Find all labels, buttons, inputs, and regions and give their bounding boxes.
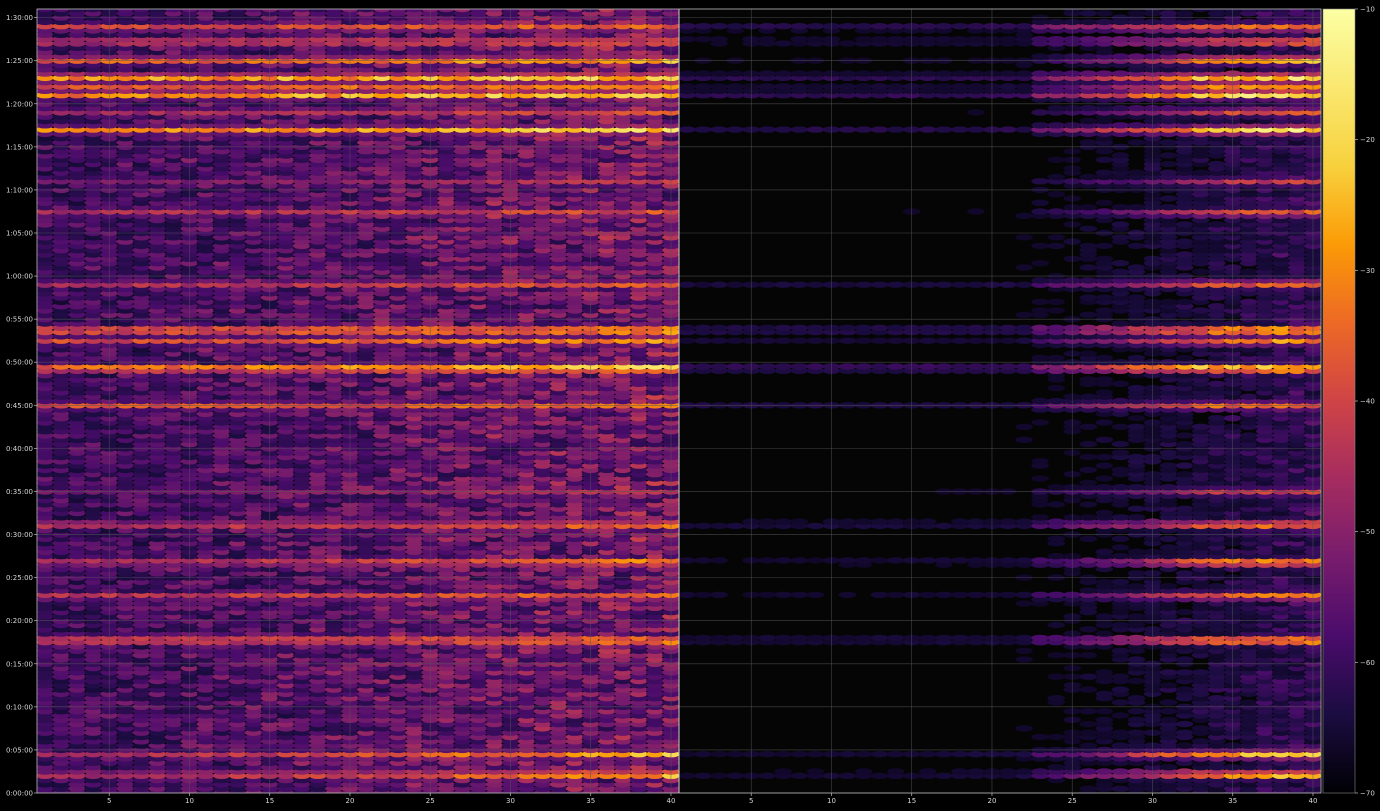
panel-1 xyxy=(37,9,679,793)
spectrogram-figure: 0:00:000:05:000:10:000:15:000:20:000:25:… xyxy=(6,6,1375,806)
